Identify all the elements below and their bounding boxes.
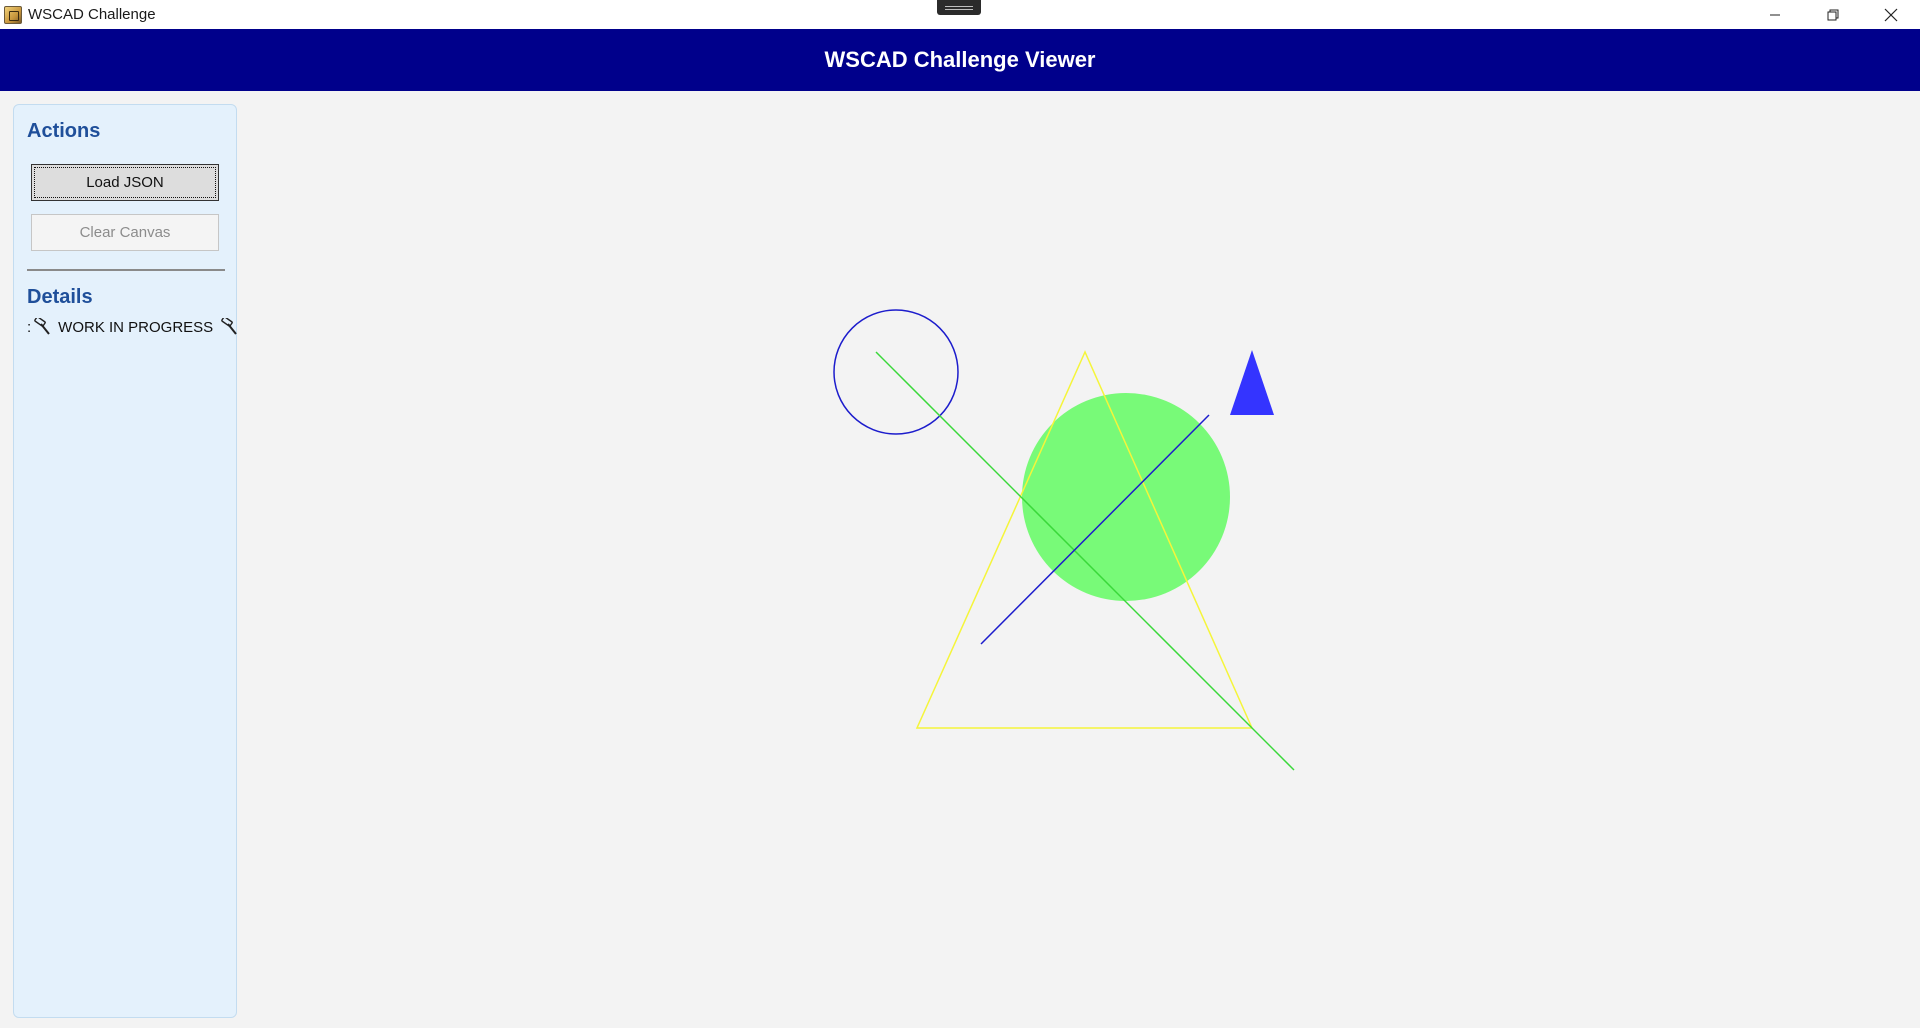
close-button[interactable]	[1862, 0, 1920, 29]
window-title: WSCAD Challenge	[28, 6, 156, 23]
drawing-canvas[interactable]	[0, 91, 1920, 1028]
close-icon	[1884, 8, 1898, 21]
minimize-button[interactable]	[1746, 0, 1804, 29]
app-icon	[4, 5, 22, 24]
snap-grabber-handle[interactable]	[937, 0, 981, 15]
restore-button[interactable]	[1804, 0, 1862, 29]
filled-triangle-shape	[1230, 350, 1274, 415]
minimize-icon	[1770, 14, 1780, 15]
window-titlebar: WSCAD Challenge	[0, 0, 1920, 29]
app-header-title: WSCAD Challenge Viewer	[824, 47, 1096, 72]
window-controls	[1746, 0, 1920, 29]
app-header: WSCAD Challenge Viewer	[0, 29, 1920, 91]
restore-icon	[1827, 9, 1839, 20]
